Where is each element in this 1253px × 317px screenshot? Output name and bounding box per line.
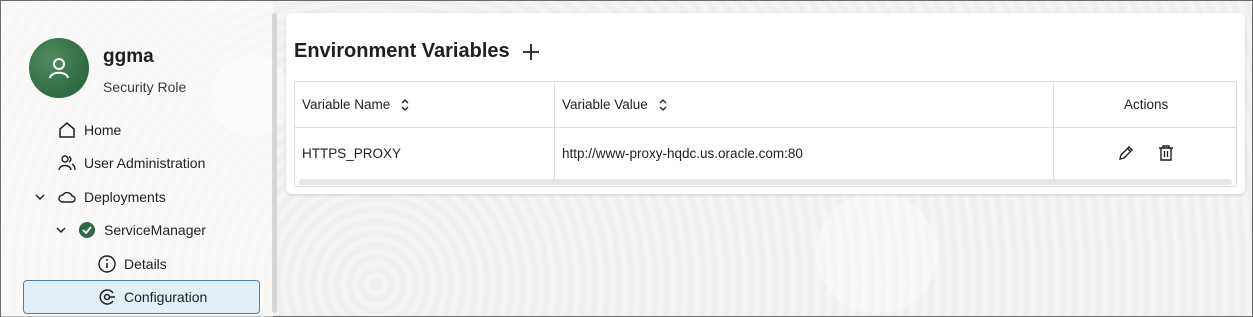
sort-icon (659, 98, 667, 111)
info-icon (98, 255, 116, 273)
nav-item-configuration-label: Configuration (124, 289, 208, 305)
cell-variable-value: http://www-proxy-hqdc.us.oracle.com:80 (562, 145, 803, 161)
chevron-down-icon[interactable] (54, 223, 68, 237)
configuration-icon (98, 288, 116, 306)
sidebar: ggma Security Role Home User Administrat… (1, 1, 273, 317)
environment-variables-panel: Environment Variables Variable Name Vari… (286, 13, 1245, 194)
nav-item-servicemanager-label: ServiceManager (104, 222, 206, 238)
column-divider (1053, 82, 1054, 179)
user-role: Security Role (103, 79, 187, 95)
pencil-icon (1119, 146, 1133, 160)
nav-item-home[interactable]: Home (58, 118, 121, 142)
avatar (29, 38, 89, 98)
chevron-down-icon[interactable] (33, 190, 47, 204)
nav-item-servicemanager[interactable]: ServiceManager (78, 218, 206, 242)
column-header-variable-value[interactable]: Variable Value (562, 82, 668, 127)
add-variable-button[interactable] (520, 41, 542, 63)
panel-title-row: Environment Variables (294, 40, 542, 63)
cloud-icon (58, 188, 76, 206)
panel-title: Environment Variables (294, 40, 510, 62)
column-header-variable-value-label: Variable Value (562, 97, 648, 112)
cell-variable-name: HTTPS_PROXY (302, 145, 402, 161)
trash-icon (1159, 145, 1173, 161)
plus-icon (522, 43, 539, 60)
user-icon (49, 58, 69, 79)
nav-item-home-label: Home (84, 122, 122, 138)
nav-item-user-administration[interactable]: User Administration (58, 151, 205, 175)
nav-item-configuration[interactable]: Configuration (98, 285, 207, 309)
column-divider (554, 82, 555, 179)
environment-variables-table: Variable Name Variable Value Actions HTT… (294, 81, 1237, 187)
column-header-actions-label: Actions (1124, 97, 1169, 112)
sort-icon (401, 98, 409, 111)
nav-item-details[interactable]: Details (98, 252, 167, 276)
column-header-actions: Actions (1124, 82, 1168, 127)
username: ggma (103, 46, 154, 67)
nav-item-details-label: Details (124, 256, 167, 272)
column-header-variable-name[interactable]: Variable Name (302, 82, 410, 127)
table-horizontal-scrollbar[interactable] (299, 179, 1232, 185)
nav-item-deployments[interactable]: Deployments (58, 185, 166, 209)
nav-item-user-administration-label: User Administration (84, 155, 206, 171)
delete-button[interactable] (1156, 143, 1176, 163)
edit-button[interactable] (1116, 143, 1136, 163)
nav-item-deployments-label: Deployments (84, 189, 166, 205)
column-header-variable-name-label: Variable Name (302, 97, 391, 112)
users-icon (58, 154, 76, 172)
check-circle-icon (78, 221, 96, 239)
sidebar-scrollbar[interactable] (272, 13, 277, 313)
home-icon (58, 121, 76, 139)
